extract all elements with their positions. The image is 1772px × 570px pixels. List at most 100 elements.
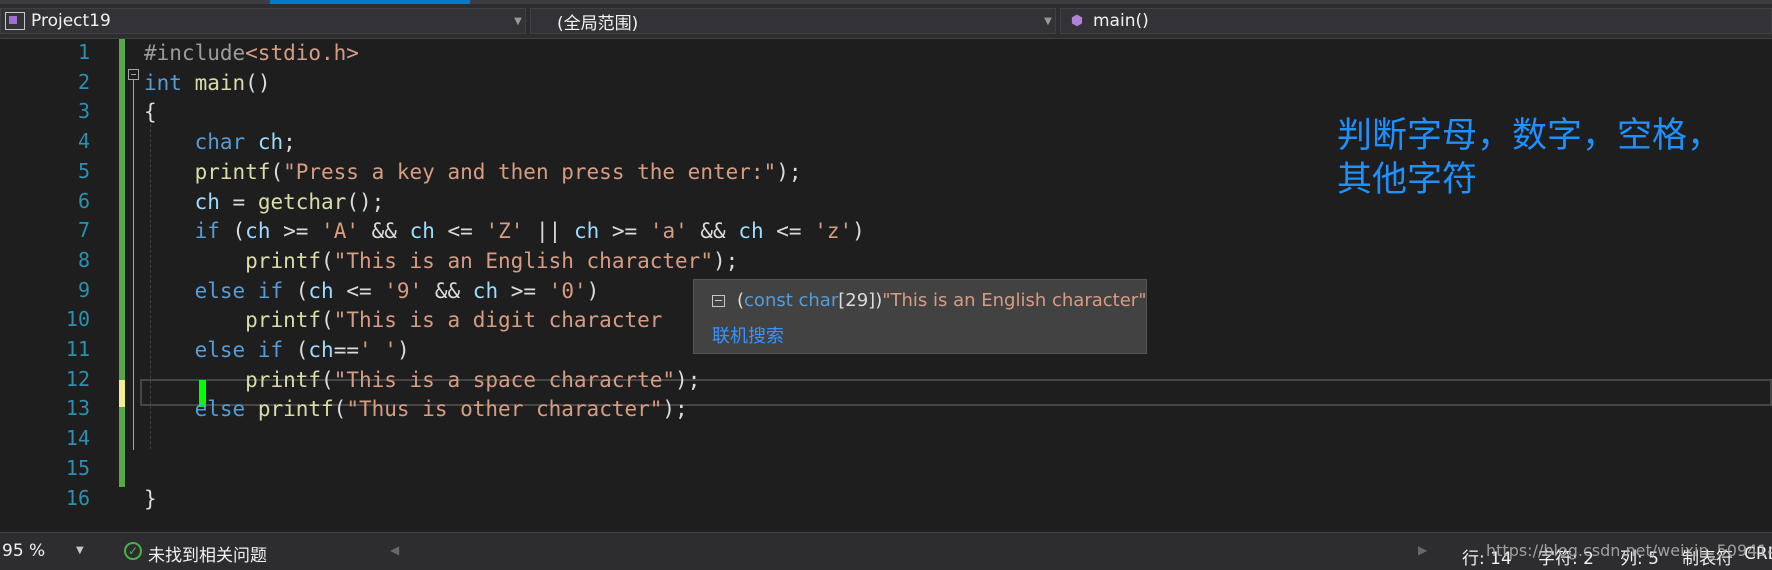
code-token: #include	[144, 41, 246, 65]
code-token: main	[194, 70, 246, 95]
status-bar: 95 % ▼ ✓ 未找到相关问题 ◀ ▶ 行: 14 字符: 2 列: 5 制表…	[0, 532, 1772, 570]
member-dropdown[interactable]: ⬢ main()	[1060, 8, 1772, 34]
line-number: 3	[77, 99, 90, 124]
code-token: &&	[687, 219, 739, 244]
code-token: >=	[599, 219, 650, 244]
code-line[interactable]: if (ch >= 'A' && ch <= 'Z' || ch >= 'a' …	[144, 217, 865, 246]
code-token: if	[194, 219, 220, 244]
code-line[interactable]: char ch;	[144, 128, 296, 157]
saved-changes-bar	[119, 39, 125, 487]
tooltip-value: "This is an English character"	[882, 290, 1147, 311]
issues-status[interactable]: 未找到相关问题	[148, 541, 267, 566]
tooltip-size: [29])	[838, 290, 883, 311]
chevron-down-icon[interactable]: ▼	[76, 545, 84, 556]
code-line[interactable]: int main()	[144, 69, 270, 98]
chevron-down-icon: ▼	[514, 15, 522, 27]
check-circle-icon: ✓	[124, 542, 142, 560]
online-search-link[interactable]: 联机搜索	[712, 322, 784, 348]
code-token: =	[219, 189, 258, 214]
scope-label: (全局范围)	[557, 13, 639, 34]
project-icon	[5, 12, 25, 30]
code-token: '9'	[384, 278, 423, 303]
code-token: 'a'	[649, 219, 688, 244]
zoom-level[interactable]: 95 %	[2, 541, 45, 561]
fold-guide-line	[133, 80, 134, 450]
code-token: ch	[308, 338, 334, 362]
code-token: char	[194, 130, 246, 155]
annotation-text: 判断字母，数字，空格， 其他字符	[1337, 116, 1723, 200]
code-token: printf	[245, 248, 322, 273]
chevron-down-icon: ▼	[1044, 15, 1052, 27]
line-number: 16	[65, 485, 90, 510]
code-token: else	[194, 397, 246, 422]
function-cube-icon: ⬢	[1070, 13, 1084, 29]
line-number: 12	[65, 366, 90, 391]
code-token: );	[662, 397, 688, 422]
code-token: );	[675, 367, 701, 392]
member-label: main()	[1093, 11, 1149, 31]
code-token: if	[257, 338, 284, 362]
code-token: "Thus is other character"	[346, 397, 663, 422]
quickinfo-tooltip: ( const char [29]) "This is an English c…	[693, 279, 1147, 354]
code-token: ch	[308, 278, 334, 303]
line-number: 13	[65, 396, 90, 421]
code-token: ch	[245, 219, 271, 244]
code-token: ||	[523, 219, 574, 244]
tooltip-paren: (	[737, 290, 745, 311]
code-token: &&	[358, 219, 410, 244]
line-number: 1	[77, 40, 90, 64]
line-number: 6	[77, 188, 90, 213]
code-line[interactable]: ch = getchar();	[144, 188, 385, 217]
code-line[interactable]: {	[144, 98, 157, 127]
code-token: (	[283, 278, 309, 303]
code-line[interactable]: else printf("Thus is other character");	[144, 395, 688, 424]
code-line[interactable]: printf("Press a key and then press the e…	[144, 158, 802, 187]
code-token: if	[257, 278, 284, 303]
code-token: (	[270, 159, 284, 184]
line-number: 5	[77, 158, 90, 183]
line-number: 4	[77, 129, 90, 154]
code-token: else	[194, 278, 246, 303]
code-token: (	[283, 338, 309, 362]
project-label: Project19	[31, 11, 111, 31]
tooltip-signature: ( const char [29]) "This is an English c…	[712, 290, 1146, 311]
code-token: ;	[283, 130, 296, 155]
code-token: ()	[245, 70, 271, 95]
line-number: 2	[77, 69, 90, 94]
code-token: (	[321, 367, 334, 392]
code-token: (	[333, 397, 347, 422]
code-token: printf	[257, 397, 334, 422]
code-line[interactable]: #include<stdio.h>	[144, 39, 359, 68]
code-editor[interactable]: 1 2 3 4 5 6 7 8 9 10 11 12 13 14 15 16 #include<stdio.h…	[0, 39, 1772, 532]
code-token: ch	[738, 219, 764, 244]
code-token: ch	[472, 278, 499, 303]
code-token: (	[321, 248, 334, 273]
line-number: 9	[77, 277, 90, 302]
collapse-icon[interactable]	[128, 69, 139, 80]
constant-icon	[712, 294, 725, 307]
code-line[interactable]: printf("This is a space characrte");	[144, 366, 700, 395]
code-line[interactable]: else if (ch <= '9' && ch >= '0')	[144, 277, 600, 306]
project-dropdown[interactable]: Project19 ▼	[0, 8, 526, 34]
code-line[interactable]: printf("This is an English character");	[144, 247, 738, 276]
code-token: {	[144, 100, 157, 125]
code-line[interactable]: }	[144, 485, 157, 514]
tooltip-type: const char	[744, 290, 839, 311]
scope-dropdown[interactable]: (全局范围) ▼	[530, 8, 1056, 34]
scroll-right-icon[interactable]: ▶	[1418, 543, 1427, 557]
code-line[interactable]: printf("This is a digit character	[144, 306, 662, 335]
code-token: "This is a space characrte"	[333, 367, 676, 392]
code-token: 'A'	[321, 219, 359, 244]
scroll-left-icon[interactable]: ◀	[390, 543, 399, 557]
code-token: "This is an English character"	[333, 248, 713, 273]
code-token: ==	[333, 338, 359, 362]
code-line[interactable]: else if (ch==' ')	[144, 336, 410, 365]
